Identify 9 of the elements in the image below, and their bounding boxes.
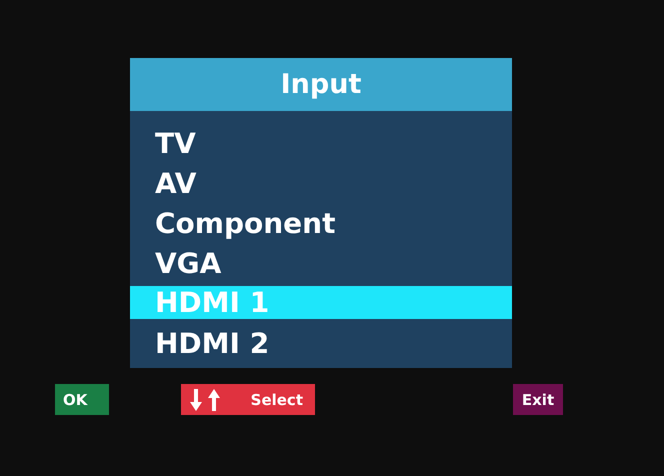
input-option[interactable]: Component xyxy=(130,203,512,243)
input-option[interactable]: VGA xyxy=(130,243,512,283)
exit-button[interactable]: Exit xyxy=(513,384,563,415)
menu-title: Input xyxy=(130,58,512,111)
ok-button[interactable]: OK xyxy=(55,384,109,415)
input-option[interactable]: AV xyxy=(130,163,512,203)
select-button[interactable]: Select xyxy=(181,384,315,415)
input-option[interactable]: TV xyxy=(130,123,512,163)
input-option[interactable]: HDMI 2 xyxy=(130,323,512,363)
